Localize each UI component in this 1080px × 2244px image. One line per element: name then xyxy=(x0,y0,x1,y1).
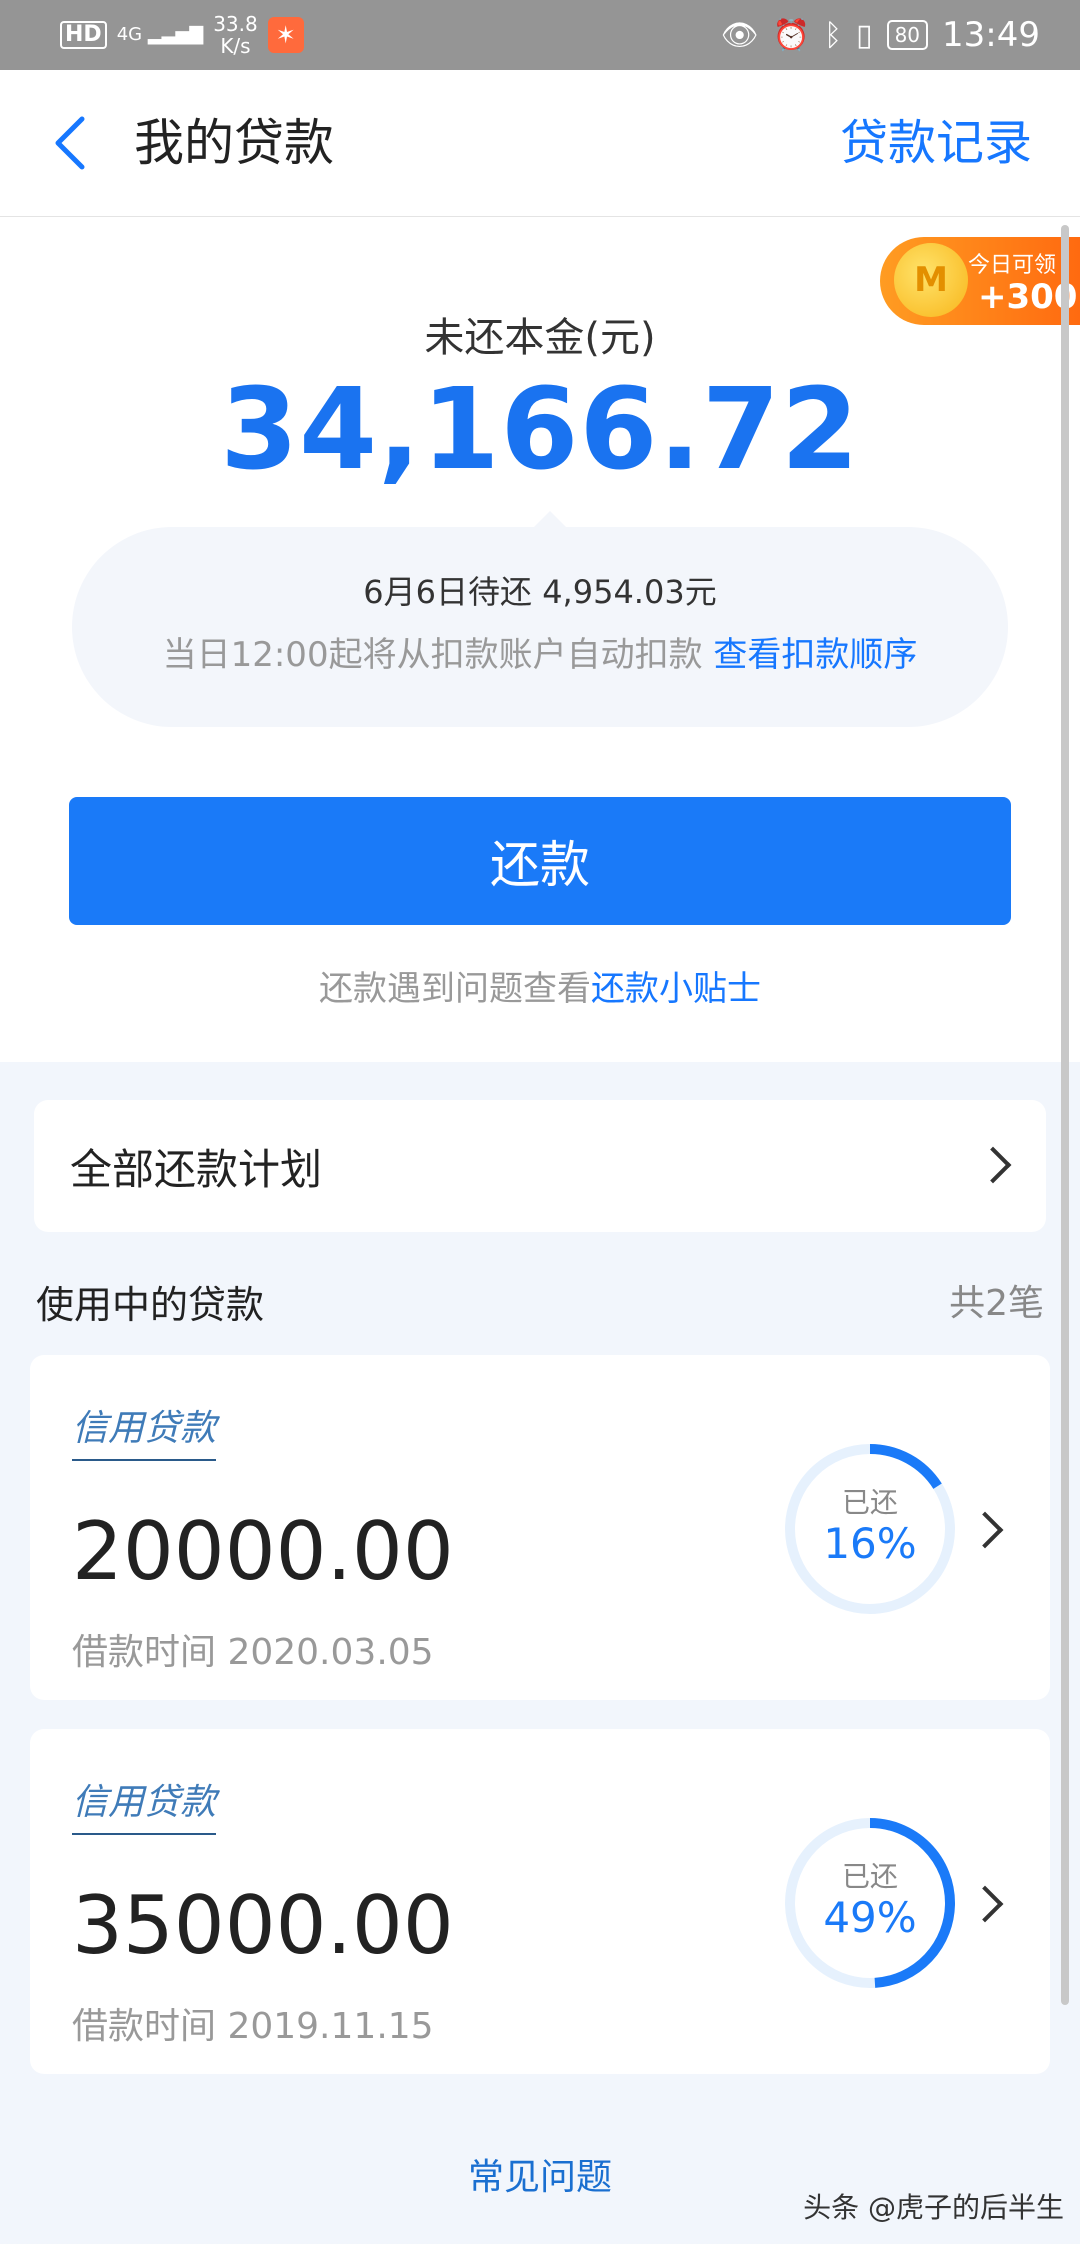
status-bar: HD 4G ▂▃▅▇ 33.8 K/s ✶ 👁 ⏰ ᛒ ▯ 80 13:49 xyxy=(0,0,1080,70)
speed-unit: K/s xyxy=(220,34,251,58)
scrollbar[interactable] xyxy=(1061,225,1069,2005)
loan-summary: M 今日可领 +300 未还本金(元) 34,166.72 6月6日待还 4,9… xyxy=(0,217,1080,1062)
active-loans-count: 共2笔 xyxy=(949,1283,1044,1324)
loan-type: 信用贷款 xyxy=(72,1408,217,1449)
due-text: 6月6日待还 4,954.03元 xyxy=(363,573,717,611)
speed-value: 33.8 xyxy=(213,12,258,36)
loan-amount: 35000.00 xyxy=(72,1879,454,1972)
plan-label: 全部还款计划 xyxy=(70,1145,323,1194)
reward-label: 今日可领 xyxy=(968,253,1057,278)
loan-date: 借款时间 2019.11.15 xyxy=(72,2006,434,2047)
signal-icon: 4G ▂▃▅▇ xyxy=(116,24,204,45)
clock: 13:49 xyxy=(942,15,1040,55)
principal-amount: 34,166.72 xyxy=(220,365,860,495)
loan-type: 信用贷款 xyxy=(72,1782,217,1823)
back-button[interactable] xyxy=(40,110,100,176)
chevron-right-icon xyxy=(966,1885,1004,1923)
repay-tips-link[interactable]: 还款小贴士 xyxy=(591,969,761,1009)
active-loans-heading: 使用中的贷款 xyxy=(36,1283,265,1327)
network-speed: 33.8 K/s xyxy=(213,13,258,57)
status-right: 👁 ⏰ ᛒ ▯ 80 13:49 xyxy=(721,10,1040,60)
page-title: 我的贷款 xyxy=(134,114,334,172)
battery-icon: 80 xyxy=(886,20,929,50)
status-left: HD 4G ▂▃▅▇ 33.8 K/s ✶ xyxy=(60,10,304,60)
eye-comfort-icon: 👁 xyxy=(720,17,759,53)
repaid-percent: 49% xyxy=(823,1893,917,1942)
chevron-right-icon xyxy=(966,1511,1004,1549)
repay-button[interactable]: 还款 xyxy=(69,797,1011,925)
due-info-bubble: 6月6日待还 4,954.03元 当日12:00起将从扣款账户自动扣款 查看扣款… xyxy=(72,511,1008,727)
auto-debit-label: 当日12:00起将从扣款账户自动扣款 xyxy=(162,635,703,675)
loan-amount: 20000.00 xyxy=(72,1505,454,1598)
principal-label: 未还本金(元) xyxy=(424,315,656,361)
loan-date: 借款时间 2020.03.05 xyxy=(72,1632,434,1673)
bluetooth-icon: ᛒ xyxy=(824,17,843,53)
nav-header: 我的贷款 贷款记录 xyxy=(0,70,1080,217)
all-repayment-plans-row[interactable]: 全部还款计划 xyxy=(34,1100,1046,1232)
repaid-label: 已还 xyxy=(841,1860,898,1893)
loan-type-underline xyxy=(72,1833,216,1835)
repaid-percent: 16% xyxy=(823,1519,917,1568)
loan-card[interactable]: 信用贷款 35000.00 借款时间 2019.11.15 已还 49% xyxy=(30,1729,1050,2074)
chevron-right-icon xyxy=(974,1146,1012,1184)
debit-order-link[interactable]: 查看扣款顺序 xyxy=(713,635,917,675)
hd-icon: HD xyxy=(60,21,107,49)
alarm-icon: ⏰ xyxy=(772,17,811,53)
repay-tip: 还款遇到问题查看还款小贴士 xyxy=(0,961,1080,1010)
loan-card[interactable]: 信用贷款 20000.00 借款时间 2020.03.05 已还 16% xyxy=(30,1355,1050,1700)
network-type: 4G xyxy=(116,24,143,45)
repaid-label: 已还 xyxy=(841,1486,898,1519)
chevron-left-icon xyxy=(55,116,85,170)
loan-records-link[interactable]: 贷款记录 xyxy=(840,110,1032,176)
watermark: 头条 @虎子的后半生 xyxy=(803,2191,1064,2224)
app-notification-icon: ✶ xyxy=(267,17,304,53)
vibrate-icon: ▯ xyxy=(856,17,873,53)
repay-tip-label: 还款遇到问题查看 xyxy=(319,969,591,1009)
auto-debit-text: 当日12:00起将从扣款账户自动扣款 查看扣款顺序 xyxy=(72,627,1008,676)
loan-type-underline xyxy=(72,1459,216,1461)
